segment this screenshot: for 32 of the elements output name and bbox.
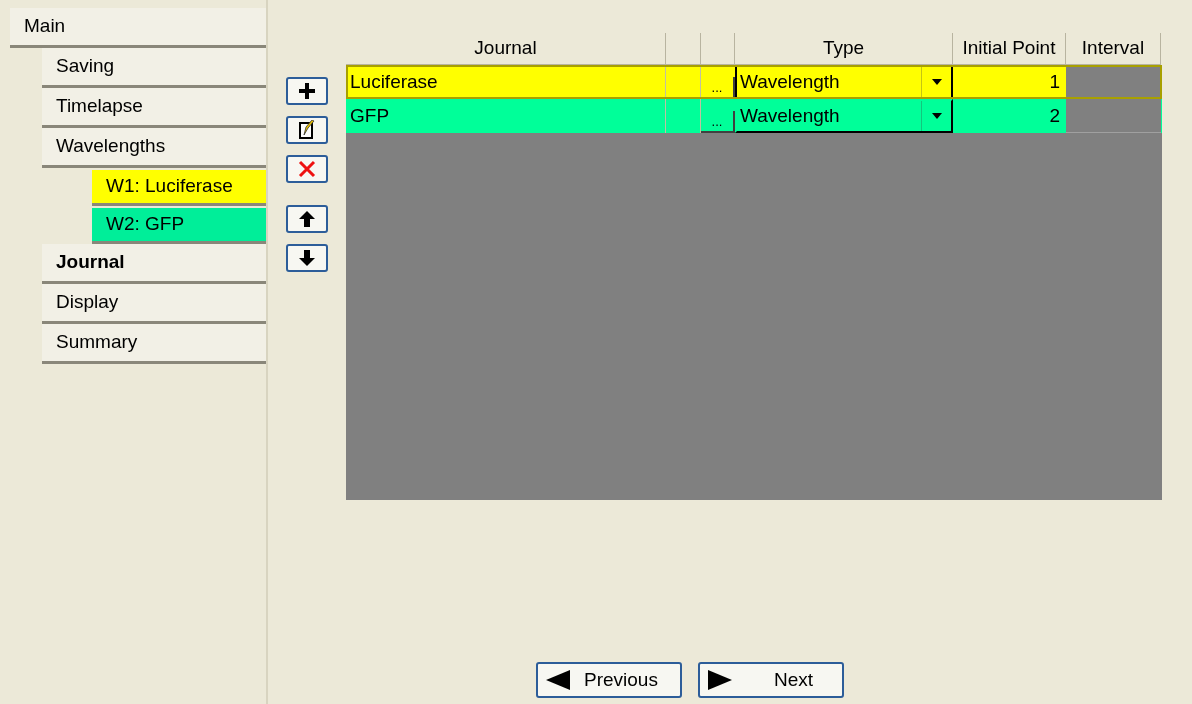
type-dropdown[interactable]: Wavelength — [735, 99, 953, 133]
nav-item[interactable]: W2: GFP — [92, 208, 266, 244]
right-triangle-icon — [708, 670, 732, 690]
caret-icon — [931, 113, 942, 119]
nav-item[interactable]: Saving — [42, 48, 266, 88]
down-button[interactable] — [286, 244, 328, 272]
caret-icon — [931, 79, 942, 85]
close-icon — [298, 160, 316, 178]
previous-button[interactable]: Previous — [536, 662, 682, 698]
table-cell-text: 1 — [1048, 69, 1061, 94]
browse-button[interactable]: ... — [701, 111, 735, 133]
nav-item[interactable]: Timelapse — [42, 88, 266, 128]
down-arrow-icon — [298, 249, 316, 267]
table-row[interactable]: Luciferase ... Wavelength 1 — [346, 65, 1162, 99]
pencil-note-icon — [298, 120, 316, 140]
nav-item[interactable]: Display — [42, 284, 266, 324]
edit-button[interactable] — [286, 116, 328, 144]
nav-item[interactable]: Summary — [42, 324, 266, 364]
nav-item[interactable]: Main — [10, 8, 266, 48]
table-row[interactable]: GFP ... Wavelength 2 — [346, 99, 1162, 133]
nav-item[interactable]: Journal — [42, 244, 266, 284]
table-cell: GFP — [346, 99, 666, 133]
add-button[interactable] — [286, 77, 328, 105]
nav-item[interactable]: W1: Luciferase — [92, 170, 266, 206]
nav-item[interactable]: Wavelengths — [42, 128, 266, 168]
left-triangle-icon — [546, 670, 570, 690]
up-arrow-icon — [298, 210, 316, 228]
table-cell-text: 2 — [1048, 103, 1061, 128]
plus-icon — [298, 82, 316, 100]
delete-button[interactable] — [286, 155, 328, 183]
next-button[interactable]: Next — [698, 662, 844, 698]
up-button[interactable] — [286, 205, 328, 233]
